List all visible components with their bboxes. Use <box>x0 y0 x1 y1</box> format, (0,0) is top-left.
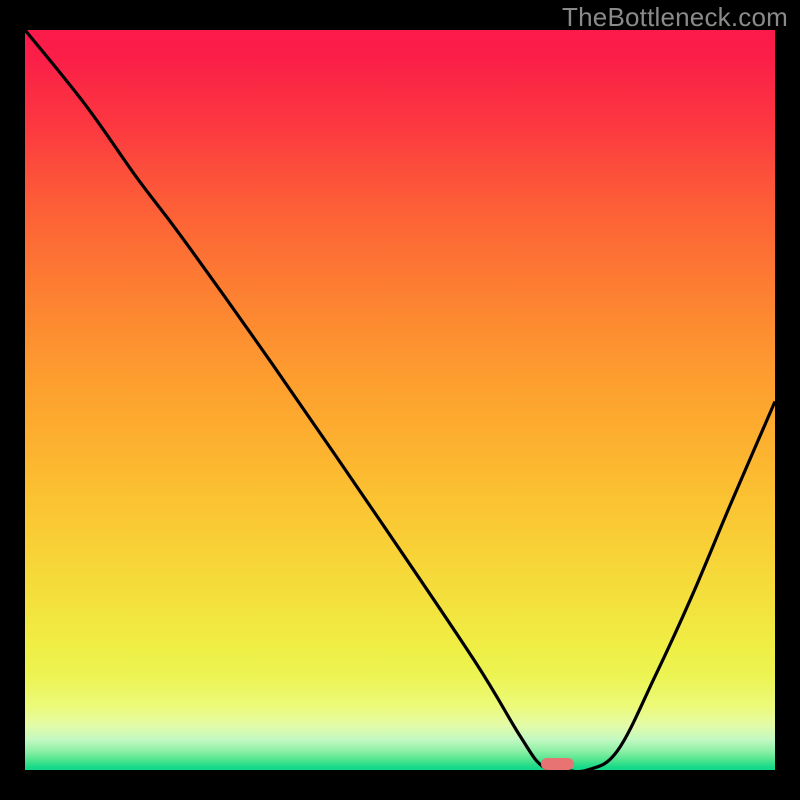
optimal-marker <box>541 758 574 770</box>
plot-area <box>25 30 775 773</box>
bottleneck-curve <box>25 30 775 773</box>
chart-container: TheBottleneck.com <box>0 0 800 800</box>
watermark-text: TheBottleneck.com <box>562 2 788 33</box>
baseline <box>25 770 775 773</box>
